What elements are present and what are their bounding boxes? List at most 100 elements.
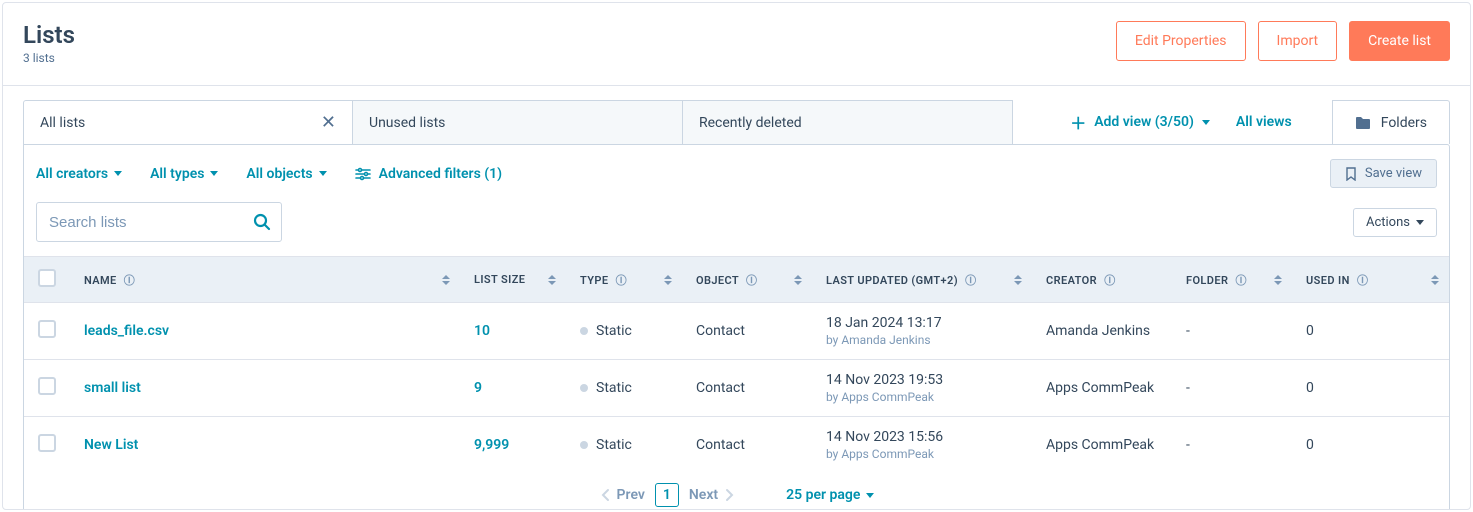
col-object[interactable]: OBJECT ⓘ [682,257,812,303]
row-checkbox[interactable] [38,377,56,395]
used-in: 0 [1306,323,1314,339]
row-checkbox[interactable] [38,320,56,338]
table-row: New List 9,999 Static Contact 14 Nov 202… [24,417,1449,474]
sort-icon[interactable] [548,275,556,285]
info-icon[interactable]: ⓘ [1357,274,1368,287]
col-folder[interactable]: FOLDER ⓘ [1172,257,1292,303]
info-icon[interactable]: ⓘ [746,274,757,287]
page-number[interactable]: 1 [655,483,679,507]
filter-label: All creators [36,166,108,182]
list-size: 10 [474,323,490,339]
used-in: 0 [1306,380,1314,396]
advanced-filters-button[interactable]: Advanced filters (1) [355,166,502,182]
sort-icon[interactable] [794,275,802,285]
col-name-label: NAME [84,274,117,287]
folders-button[interactable]: Folders [1332,100,1450,144]
info-icon[interactable]: ⓘ [124,274,135,287]
updated-by: by Apps CommPeak [826,447,1018,461]
search-row: Actions [24,202,1449,256]
updated-at: 18 Jan 2024 13:17 [826,315,942,331]
updated-at: 14 Nov 2023 19:53 [826,372,943,388]
list-name-link[interactable]: New List [84,437,138,453]
edit-properties-button[interactable]: Edit Properties [1116,21,1246,61]
info-icon[interactable]: ⓘ [1235,274,1246,287]
filter-objects[interactable]: All objects [246,166,326,182]
table-body: leads_file.csv 10 Static Contact 18 Jan … [24,303,1449,474]
sort-icon[interactable] [1431,275,1439,285]
col-used-in[interactable]: USED IN ⓘ [1292,257,1449,303]
table-row: small list 9 Static Contact 14 Nov 2023 … [24,360,1449,417]
col-type-label: TYPE [580,274,608,287]
select-all-checkbox[interactable] [38,269,56,287]
per-page-dropdown[interactable]: 25 per page [786,487,874,503]
row-checkbox[interactable] [38,434,56,452]
list-type: Static [596,380,632,396]
col-name[interactable]: NAME ⓘ [70,257,460,303]
info-icon[interactable]: ⓘ [965,274,976,287]
tabs-right: ＋ Add view (3/50) All views Folders [1066,100,1450,144]
list-name-link[interactable]: leads_file.csv [84,323,169,339]
chevron-down-icon [1416,220,1424,225]
per-page-label: 25 per page [786,487,860,503]
filter-label: All types [150,166,204,182]
filter-types[interactable]: All types [150,166,218,182]
list-object: Contact [696,323,745,339]
search-input[interactable] [47,213,253,232]
col-updated[interactable]: LAST UPDATED (GMT+2) ⓘ [812,257,1032,303]
sort-icon[interactable] [442,275,450,285]
import-button[interactable]: Import [1258,21,1338,61]
filter-creators[interactable]: All creators [36,166,122,182]
folder: - [1186,323,1190,339]
sort-icon[interactable] [664,275,672,285]
prev-label: Prev [617,487,645,503]
table-row: leads_file.csv 10 Static Contact 18 Jan … [24,303,1449,360]
create-list-button[interactable]: Create list [1349,21,1450,61]
list-size: 9,999 [474,437,509,453]
list-type: Static [596,437,632,453]
sort-icon[interactable] [1274,275,1282,285]
folder: - [1186,437,1190,453]
col-type[interactable]: TYPE ⓘ [566,257,682,303]
next-label: Next [689,487,718,503]
list-name-link[interactable]: small list [84,380,141,396]
filter-bar: All creators All types All objects Advan… [24,145,1449,202]
status-dot-icon [580,327,588,335]
folder-icon [1355,116,1371,130]
creator: Apps CommPeak [1046,380,1154,396]
updated-by: by Apps CommPeak [826,390,1018,404]
used-in: 0 [1306,437,1314,453]
page-subtitle: 3 lists [23,51,75,65]
col-creator[interactable]: CREATOR ⓘ [1032,257,1172,303]
filter-label: All objects [246,166,312,182]
creator: Amanda Jenkins [1046,323,1150,339]
updated-at: 14 Nov 2023 15:56 [826,429,943,445]
tab-all-lists[interactable]: All lists ✕ [23,100,353,144]
list-type: Static [596,323,632,339]
page-title: Lists [23,21,75,49]
next-button[interactable]: Next [689,487,736,503]
info-icon[interactable]: ⓘ [1104,274,1115,287]
search-icon[interactable] [253,213,271,231]
add-view-label: Add view (3/50) [1094,114,1194,130]
lists-table: NAME ⓘ LIST SIZE TYPE ⓘ OBJECT [24,256,1449,473]
prev-button[interactable]: Prev [599,487,645,503]
tab-label: All lists [40,115,85,131]
chevron-down-icon [114,171,122,176]
col-size[interactable]: LIST SIZE [460,257,566,303]
actions-label: Actions [1366,215,1410,230]
all-views-link[interactable]: All views [1236,100,1292,144]
sort-icon[interactable] [1014,275,1022,285]
close-icon[interactable]: ✕ [321,112,336,133]
plus-icon: ＋ [1070,110,1086,134]
search-box[interactable] [36,202,282,242]
tab-recently-deleted[interactable]: Recently deleted [683,100,1013,144]
save-view-button[interactable]: Save view [1330,159,1437,188]
table-head: NAME ⓘ LIST SIZE TYPE ⓘ OBJECT [24,257,1449,303]
info-icon[interactable]: ⓘ [616,274,627,287]
page-container: Lists 3 lists Edit Properties Import Cre… [2,2,1471,510]
list-object: Contact [696,437,745,453]
tab-unused-lists[interactable]: Unused lists [353,100,683,144]
creator: Apps CommPeak [1046,437,1154,453]
add-view-button[interactable]: ＋ Add view (3/50) [1066,100,1214,144]
actions-dropdown[interactable]: Actions [1353,208,1437,237]
